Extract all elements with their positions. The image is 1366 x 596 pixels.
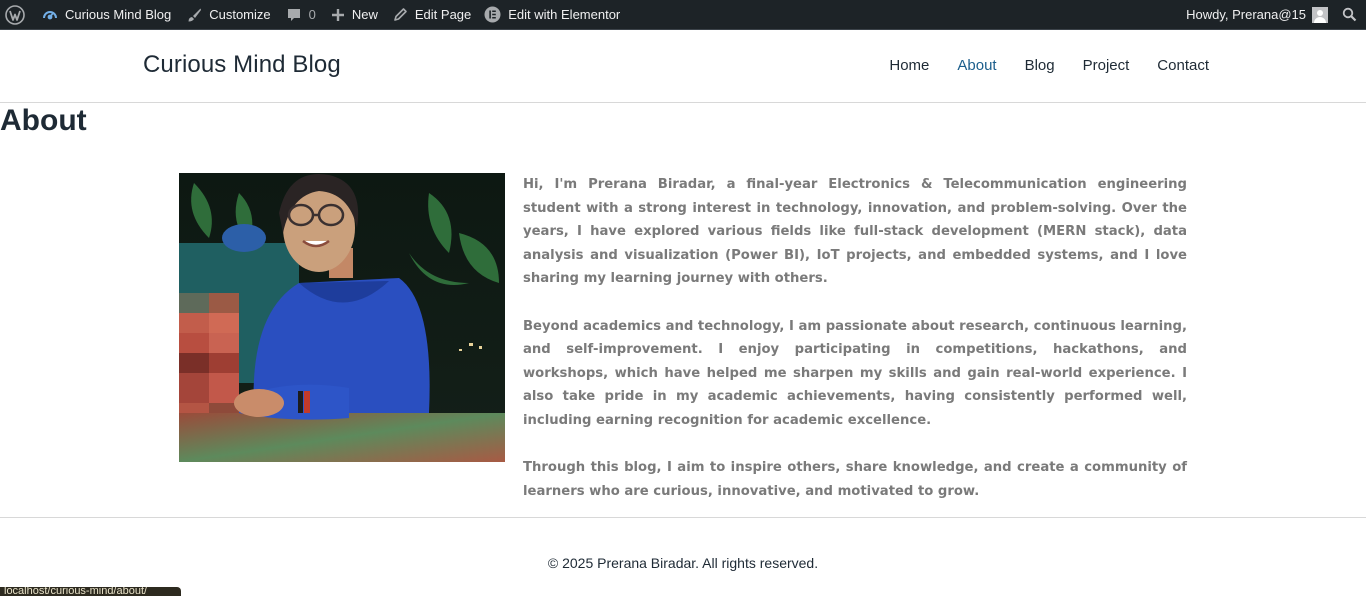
- nav-item-about[interactable]: About: [957, 57, 996, 74]
- site-title[interactable]: Curious Mind Blog: [143, 51, 341, 79]
- wp-admin-bar: Curious Mind Blog Customize 0 New Edit P…: [0, 0, 1366, 30]
- nav-item-blog[interactable]: Blog: [1025, 57, 1055, 74]
- copyright-text: © 2025 Prerana Biradar. All rights reser…: [547, 555, 819, 571]
- edit-page-label: Edit Page: [414, 7, 472, 22]
- new-content-menu[interactable]: New: [323, 0, 385, 30]
- site-name-label: Curious Mind Blog: [65, 7, 172, 22]
- dashboard-icon: [42, 7, 58, 23]
- profile-photo: [179, 173, 505, 462]
- page-title: About: [0, 104, 87, 137]
- customize-label: Customize: [209, 7, 271, 22]
- site-header: Curious Mind Blog Home About Blog Projec…: [0, 30, 1366, 103]
- my-account-menu[interactable]: Howdy, Prerana@15: [1179, 0, 1335, 30]
- wordpress-menu[interactable]: [0, 0, 32, 30]
- nav-item-home[interactable]: Home: [889, 57, 929, 74]
- nav-item-contact[interactable]: Contact: [1157, 57, 1209, 74]
- pencil-icon: [393, 7, 408, 22]
- avatar: [1312, 6, 1328, 23]
- about-paragraph-blog-aim: Through this blog, I aim to inspire othe…: [523, 460, 1187, 499]
- comment-icon: [286, 7, 302, 23]
- howdy-label: Howdy, Prerana@15: [1186, 7, 1306, 22]
- edit-with-elementor-link[interactable]: Edit with Elementor: [478, 0, 627, 30]
- site-name-menu[interactable]: Curious Mind Blog: [32, 0, 178, 30]
- wordpress-logo-icon: [5, 4, 25, 25]
- admin-bar-search[interactable]: [1335, 0, 1366, 30]
- paintbrush-icon: [186, 7, 202, 23]
- customize-link[interactable]: Customize: [178, 0, 277, 30]
- site-footer: © 2025 Prerana Biradar. All rights reser…: [0, 517, 1366, 596]
- search-icon: [1342, 7, 1357, 22]
- plus-icon: [331, 8, 345, 22]
- edit-with-elementor-label: Edit with Elementor: [508, 7, 621, 22]
- comments-link[interactable]: 0: [278, 0, 323, 30]
- main-navigation: Home About Blog Project Contact: [861, 57, 1209, 74]
- elementor-icon: [484, 6, 501, 23]
- comments-count: 0: [308, 7, 316, 22]
- about-paragraph-passion: Beyond academics and technology, I am pa…: [523, 318, 1187, 428]
- new-label: New: [351, 7, 378, 22]
- about-text: Hi, I'm Prerana Biradar, a final-year El…: [523, 173, 1187, 527]
- status-bar-url: localhost/curious-mind/about/: [0, 587, 181, 596]
- edit-page-link[interactable]: Edit Page: [385, 0, 478, 30]
- nav-item-project[interactable]: Project: [1083, 57, 1130, 74]
- about-paragraph-intro: Hi, I'm Prerana Biradar, a final-year El…: [523, 177, 1187, 287]
